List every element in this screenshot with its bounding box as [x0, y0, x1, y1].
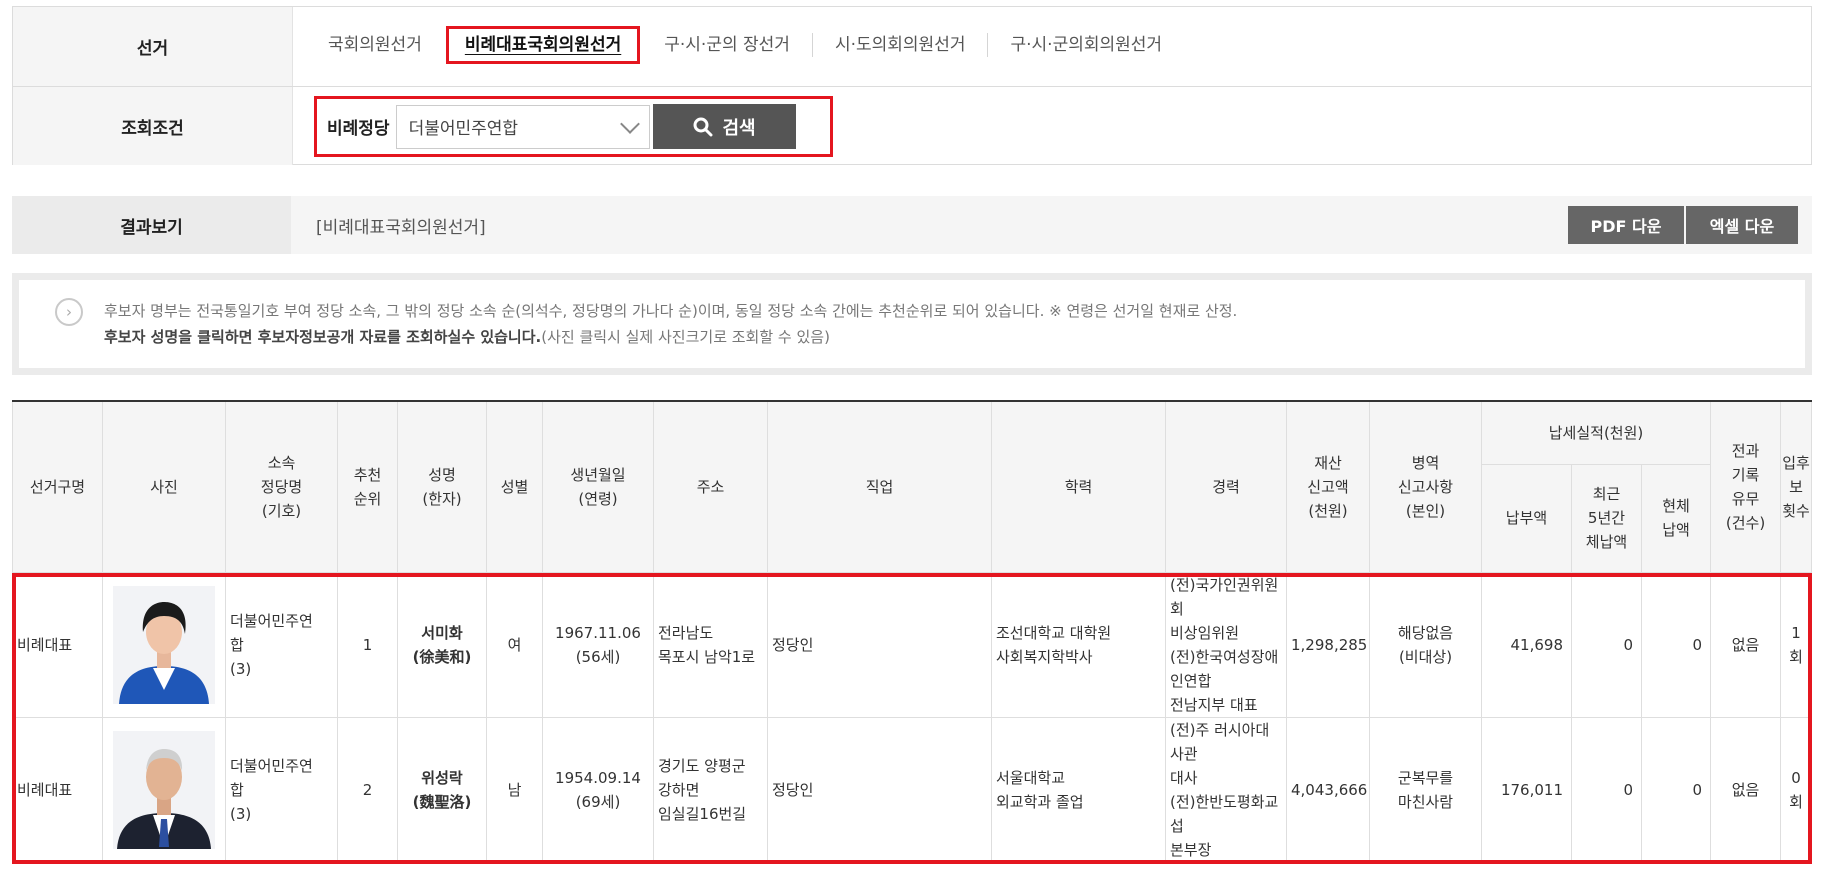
search-filter-panel: 선거 조회조건 국회의원선거 비례대표국회의원선거 구·시·군의 장선거 시·도…	[12, 6, 1812, 165]
tab-national-assembly[interactable]: 국회의원선거	[308, 33, 444, 57]
th-career: 경력	[1165, 400, 1287, 573]
cell-job: 정당인	[767, 716, 992, 863]
notice-line-2: 후보자 성명을 클릭하면 후보자정보공개 자료를 조회하실수 있습니다.(사진 …	[104, 326, 830, 347]
notice-line-2-bold: 후보자 성명을 클릭하면 후보자정보공개 자료를 조회하실수 있습니다.	[104, 328, 542, 346]
th-photo: 사진	[102, 400, 226, 573]
cell-tax-arrears5: 0	[1571, 716, 1642, 863]
search-icon	[693, 117, 712, 136]
table-row: 비례대표 더불어민주연 합 (3) 2 위성락 (魏聖洛) 남 1954.09.14(…	[12, 716, 1812, 863]
cell-military: 해당없음 (비대상)	[1369, 571, 1482, 718]
cell-tax-arrears5: 0	[1571, 571, 1642, 718]
cell-job: 정당인	[767, 571, 992, 718]
th-name: 성명 (한자)	[397, 400, 487, 573]
person-photo-male-icon[interactable]	[113, 730, 215, 849]
person-photo-female-icon[interactable]	[113, 585, 215, 704]
th-birth: 생년월일 (연령)	[542, 400, 654, 573]
cell-candidacy: 0회	[1780, 716, 1812, 863]
candidate-table: 선거구명 사진 소속 정당명 (기호) 추천 순위 성명 (한자) 성별 생년월일 (연령…	[12, 400, 1812, 863]
cell-rank: 2	[337, 716, 398, 863]
th-tax-group: 납세실적(천원)	[1480, 400, 1712, 465]
cell-photo[interactable]	[102, 571, 226, 718]
th-assets: 재산 신고액 (천원)	[1286, 400, 1370, 573]
notice-line-1: 후보자 명부는 전국통일기호 부여 정당 소속, 그 밖의 정당 소속 순(의석…	[104, 302, 1238, 320]
cell-address: 경기도 양평군 강하면 임실길16번길	[653, 716, 768, 863]
result-bar: 결과보기 [비례대표국회의원선거] PDF 다운 엑셀 다운	[12, 196, 1812, 254]
cell-career: (전)주 러시아대사관 대사 (전)한반도평화교섭 본부장	[1165, 716, 1287, 863]
candidate-name-link[interactable]: 위성락 (魏聖洛)	[397, 716, 487, 863]
party-label: 비례정당	[327, 119, 390, 139]
cell-tax-current: 0	[1640, 571, 1712, 718]
cell-criminal: 없음	[1710, 571, 1782, 718]
party-select[interactable]: 더불어민주연합	[395, 104, 650, 149]
election-tabs: 국회의원선거 비례대표국회의원선거 구·시·군의 장선거 시·도의회의원선거 구…	[308, 26, 1184, 64]
notice-line-2-rest: (사진 클릭시 실제 사진크기로 조회할 수 있음)	[541, 328, 830, 346]
cell-election: 비례대표	[12, 571, 103, 718]
th-rank: 추천 순위	[337, 400, 398, 573]
th-address: 주소	[653, 400, 768, 573]
th-job: 직업	[767, 400, 992, 573]
candidate-name-link[interactable]: 서미화 (徐美和)	[397, 571, 487, 718]
search-condition-label: 조회조건	[13, 87, 293, 165]
cell-birth: 1954.09.14 (69세)	[542, 716, 654, 863]
table-row: 비례대표 더불어민주연 합 (3) 1 서미화 (徐美和) 여 1967.11.06(…	[12, 571, 1812, 718]
excel-download-button[interactable]: 엑셀 다운	[1686, 206, 1798, 244]
cell-gender: 남	[486, 716, 543, 863]
cell-address: 전라남도 목포시 남악1로	[653, 571, 768, 718]
result-election-name: [비례대표국회의원선거]	[316, 218, 486, 238]
result-label: 결과보기	[12, 196, 291, 254]
cell-education: 조선대학교 대학원 사회복지학박사	[991, 571, 1166, 718]
cell-gender: 여	[486, 571, 543, 718]
th-education: 학력	[991, 400, 1166, 573]
cell-photo[interactable]	[102, 716, 226, 863]
tab-local-council[interactable]: 구·시·군의회의원선거	[987, 33, 1184, 57]
cell-tax-current: 0	[1640, 716, 1712, 863]
search-button-label: 검색	[722, 117, 756, 139]
th-criminal: 전과 기록 유무 (건수)	[1710, 400, 1782, 573]
notice-box: › 후보자 명부는 전국통일기호 부여 정당 소속, 그 밖의 정당 소속 순(…	[12, 273, 1812, 375]
cell-assets: 4,043,666	[1286, 716, 1370, 863]
search-button[interactable]: 검색	[652, 104, 796, 149]
cell-candidacy: 1회	[1780, 571, 1812, 718]
tab-provincial-council[interactable]: 시·도의회의원선거	[811, 33, 988, 57]
cell-assets: 1,298,285	[1286, 571, 1370, 718]
th-tax-arrears5: 최근 5년간 체납액	[1571, 463, 1642, 573]
cell-career: (전)국가인권위원회 비상임위원 (전)한국여성장애인연합 전남지부 대표	[1165, 571, 1287, 718]
th-military: 병역 신고사항 (본인)	[1369, 400, 1482, 573]
th-tax-paid: 납부액	[1481, 463, 1572, 573]
tab-local-head[interactable]: 구·시·군의 장선거	[642, 33, 812, 57]
cell-tax-paid: 176,011	[1481, 716, 1572, 863]
cell-education: 서울대학교 외교학과 졸업	[991, 716, 1166, 863]
th-gender: 성별	[486, 400, 543, 573]
tab-proportional-representation[interactable]: 비례대표국회의원선거	[445, 26, 641, 64]
search-condition-group: 비례정당 더불어민주연합 검색	[314, 96, 833, 157]
th-election: 선거구명	[12, 400, 103, 573]
th-party: 소속 정당명 (기호)	[225, 400, 338, 573]
cell-election: 비례대표	[12, 716, 103, 863]
th-tax-current: 현체 납액	[1640, 463, 1712, 573]
cell-tax-paid: 41,698	[1481, 571, 1572, 718]
party-select-value: 더불어민주연합	[408, 119, 519, 139]
cell-military: 군복무를 마친사람	[1369, 716, 1482, 863]
chevron-down-icon	[619, 113, 640, 134]
chevron-right-circle-icon: ›	[55, 298, 83, 326]
cell-rank: 1	[337, 571, 398, 718]
pdf-download-button[interactable]: PDF 다운	[1568, 206, 1684, 244]
cell-party: 더불어민주연 합 (3)	[225, 716, 338, 863]
cell-criminal: 없음	[1710, 716, 1782, 863]
election-type-label: 선거	[13, 7, 293, 86]
th-candidacy: 입후보 횟수	[1780, 400, 1812, 573]
cell-birth: 1967.11.06 (56세)	[542, 571, 654, 718]
cell-party: 더불어민주연 합 (3)	[225, 571, 338, 718]
